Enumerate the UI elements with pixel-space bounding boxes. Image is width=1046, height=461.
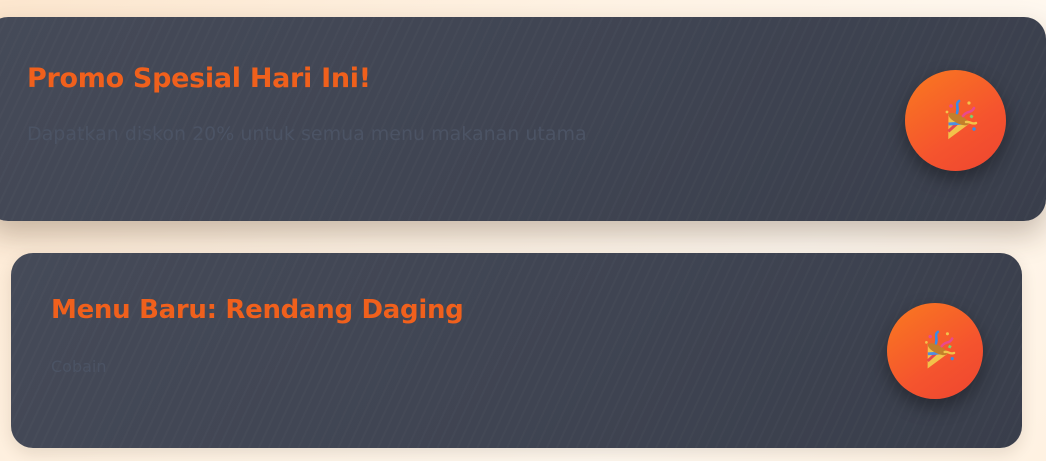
party-popper-icon <box>913 329 957 373</box>
promo-title: Promo Spesial Hari Ini! <box>27 63 371 94</box>
promo-card[interactable]: Menu Baru: Rendang Daging Cobain <box>11 253 1022 448</box>
promo-description: Cobain <box>51 357 107 376</box>
promo-title: Menu Baru: Rendang Daging <box>51 295 464 325</box>
promo-description: Dapatkan diskon 20% untuk semua menu mak… <box>27 123 587 145</box>
promo-card[interactable]: Promo Spesial Hari Ini! Dapatkan diskon … <box>0 17 1046 221</box>
party-popper-badge <box>905 70 1006 171</box>
party-popper-badge <box>887 303 983 399</box>
party-popper-icon <box>933 98 979 144</box>
